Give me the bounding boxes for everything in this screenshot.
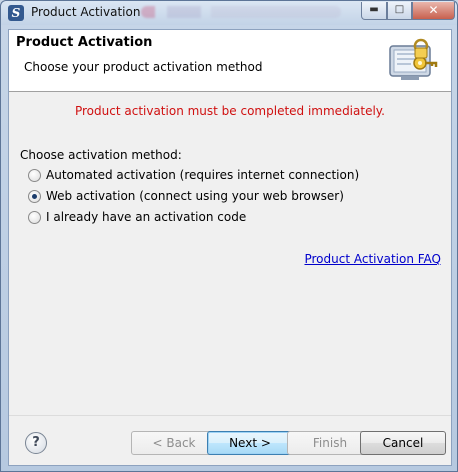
- close-button[interactable]: ✕: [412, 2, 455, 20]
- activation-warning: Product activation must be completed imm…: [74, 104, 385, 118]
- option-label: Automated activation (requires internet …: [46, 168, 360, 182]
- window-title: Product Activation: [31, 5, 141, 19]
- app-icon: S: [8, 5, 24, 21]
- title-bar[interactable]: S Product Activation ▬ □ ✕: [1, 1, 457, 25]
- method-label: Choose activation method:: [20, 148, 182, 162]
- option-label: Web activation (connect using your web b…: [46, 189, 344, 203]
- cancel-button[interactable]: Cancel: [360, 431, 446, 455]
- page-title: Product Activation: [16, 35, 153, 50]
- radio-automated[interactable]: [28, 168, 41, 182]
- faq-link[interactable]: Product Activation FAQ: [304, 252, 441, 266]
- minimize-button[interactable]: ▬: [361, 2, 387, 20]
- option-label: I already have an activation code: [46, 210, 247, 224]
- maximize-button[interactable]: □: [387, 2, 412, 20]
- footer-divider: [9, 415, 451, 416]
- back-button[interactable]: < Back: [131, 431, 217, 455]
- option-have-code[interactable]: I already have an activation code: [28, 209, 246, 225]
- radio-have-code[interactable]: [28, 210, 41, 224]
- option-automated-activation[interactable]: Automated activation (requires internet …: [28, 167, 359, 183]
- option-web-activation[interactable]: Web activation (connect using your web b…: [28, 188, 344, 204]
- keyring-computer-icon: [389, 38, 438, 80]
- background-window-blur: [141, 6, 341, 18]
- wizard-header: Product Activation Choose your product a…: [9, 30, 451, 92]
- help-icon[interactable]: ?: [25, 432, 47, 454]
- radio-web[interactable]: [28, 189, 41, 203]
- next-button[interactable]: Next >: [207, 431, 293, 455]
- page-subtitle: Choose your product activation method: [24, 60, 263, 74]
- dialog-client-area: Product Activation Choose your product a…: [8, 29, 452, 466]
- dialog-window: S Product Activation ▬ □ ✕ Product Activ…: [0, 0, 458, 472]
